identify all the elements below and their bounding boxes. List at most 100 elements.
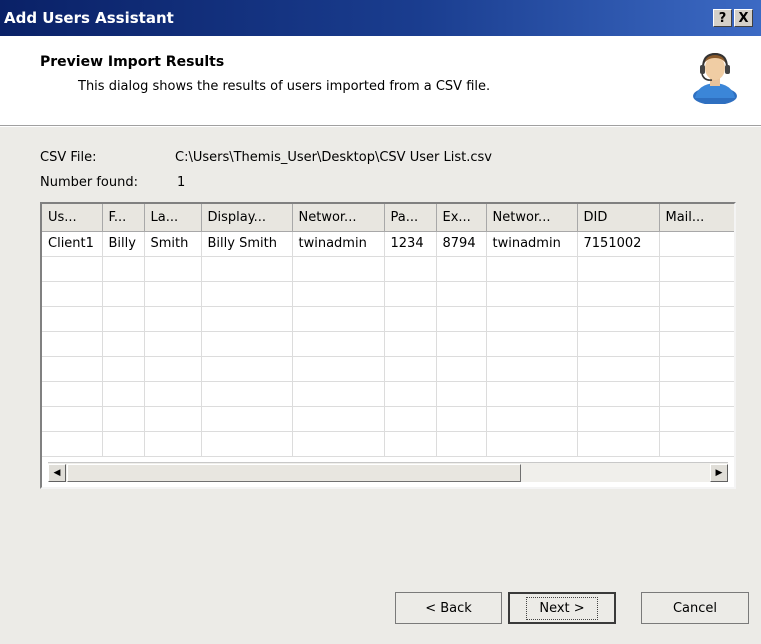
- csv-file-path: C:\Users\Themis_User\Desktop\CSV User Li…: [175, 150, 492, 165]
- table-cell: Smith: [144, 231, 202, 257]
- empty-cell: [102, 406, 145, 432]
- empty-cell: [486, 306, 578, 332]
- empty-cell: [42, 306, 103, 332]
- empty-cell: [486, 331, 578, 357]
- empty-cell: [486, 256, 578, 282]
- empty-cell: [42, 431, 103, 457]
- empty-cell: [292, 306, 385, 332]
- next-button[interactable]: Next >: [508, 592, 616, 624]
- empty-cell: [144, 381, 202, 407]
- empty-cell: [144, 431, 202, 457]
- empty-cell: [42, 281, 103, 307]
- empty-cell: [659, 406, 734, 432]
- empty-cell: [144, 406, 202, 432]
- table-cell: 8794: [436, 231, 487, 257]
- empty-cell: [201, 256, 293, 282]
- table-row[interactable]: Client1 Billy Smith Billy Smith twinadmi…: [42, 231, 734, 257]
- wizard-header: Preview Import Results This dialog shows…: [0, 36, 761, 126]
- empty-cell: [144, 256, 202, 282]
- csv-file-label: CSV File:: [40, 150, 97, 165]
- column-header[interactable]: Mail...: [659, 204, 734, 232]
- table-cell: 1234: [384, 231, 437, 257]
- empty-rows: [42, 256, 734, 457]
- empty-cell: [201, 356, 293, 382]
- empty-cell: [577, 306, 660, 332]
- empty-cell: [577, 381, 660, 407]
- empty-cell: [201, 431, 293, 457]
- scroll-right-arrow-icon[interactable]: ▶: [710, 464, 728, 482]
- column-header[interactable]: Pa...: [384, 204, 437, 232]
- column-header[interactable]: Ex...: [436, 204, 487, 232]
- empty-cell: [577, 356, 660, 382]
- empty-cell: [659, 306, 734, 332]
- empty-cell: [486, 381, 578, 407]
- empty-cell: [42, 331, 103, 357]
- column-header[interactable]: La...: [144, 204, 202, 232]
- empty-cell: [486, 281, 578, 307]
- empty-cell: [659, 331, 734, 357]
- column-header[interactable]: F...: [102, 204, 145, 232]
- close-button[interactable]: X: [734, 9, 753, 27]
- empty-cell: [436, 331, 487, 357]
- empty-cell: [144, 356, 202, 382]
- cancel-button[interactable]: Cancel: [641, 592, 749, 624]
- window-title: Add Users Assistant: [4, 9, 174, 27]
- page-title: Preview Import Results: [40, 54, 225, 70]
- empty-cell: [292, 331, 385, 357]
- table-cell: Billy Smith: [201, 231, 293, 257]
- empty-cell: [436, 431, 487, 457]
- column-header[interactable]: Us...: [42, 204, 103, 232]
- empty-cell: [659, 431, 734, 457]
- horizontal-scrollbar[interactable]: ◀ ▶: [48, 462, 728, 482]
- empty-cell: [436, 356, 487, 382]
- empty-table-row: [42, 406, 734, 432]
- empty-table-row: [42, 356, 734, 382]
- wizard-body: CSV File: C:\Users\Themis_User\Desktop\C…: [0, 127, 761, 644]
- table-cell: 7151002: [577, 231, 660, 257]
- empty-cell: [384, 331, 437, 357]
- empty-table-row: [42, 256, 734, 282]
- table-cell: twinadmin: [292, 231, 385, 257]
- empty-cell: [384, 406, 437, 432]
- column-header[interactable]: DID: [577, 204, 660, 232]
- table-cell: Client1: [42, 231, 103, 257]
- results-grid[interactable]: Us... F... La... Display... Networ... Pa…: [40, 202, 736, 489]
- column-header[interactable]: Networ...: [486, 204, 578, 232]
- results-table: Us... F... La... Display... Networ... Pa…: [42, 204, 734, 457]
- empty-table-row: [42, 331, 734, 357]
- column-header[interactable]: Display...: [201, 204, 293, 232]
- empty-cell: [201, 306, 293, 332]
- number-found-label: Number found:: [40, 175, 138, 190]
- help-button[interactable]: ?: [713, 9, 732, 27]
- empty-cell: [42, 356, 103, 382]
- back-button-label: < Back: [425, 600, 472, 616]
- empty-cell: [577, 281, 660, 307]
- empty-cell: [144, 281, 202, 307]
- empty-cell: [102, 431, 145, 457]
- back-button[interactable]: < Back: [395, 592, 502, 624]
- empty-cell: [201, 406, 293, 432]
- empty-cell: [292, 406, 385, 432]
- empty-cell: [102, 356, 145, 382]
- empty-cell: [659, 381, 734, 407]
- empty-cell: [201, 331, 293, 357]
- empty-cell: [384, 356, 437, 382]
- empty-cell: [577, 406, 660, 432]
- column-header[interactable]: Networ...: [292, 204, 385, 232]
- empty-cell: [384, 381, 437, 407]
- empty-cell: [577, 331, 660, 357]
- empty-cell: [384, 281, 437, 307]
- page-subtitle: This dialog shows the results of users i…: [78, 79, 491, 94]
- table-cell: twinadmin: [486, 231, 578, 257]
- empty-cell: [577, 256, 660, 282]
- scroll-left-arrow-icon[interactable]: ◀: [48, 464, 66, 482]
- empty-cell: [102, 331, 145, 357]
- table-cell: [659, 231, 734, 257]
- next-button-label: Next >: [526, 596, 598, 620]
- scrollbar-thumb[interactable]: [67, 464, 521, 482]
- cancel-button-label: Cancel: [672, 600, 718, 616]
- user-headset-icon: [693, 52, 737, 104]
- empty-cell: [102, 381, 145, 407]
- empty-cell: [436, 281, 487, 307]
- empty-table-row: [42, 381, 734, 407]
